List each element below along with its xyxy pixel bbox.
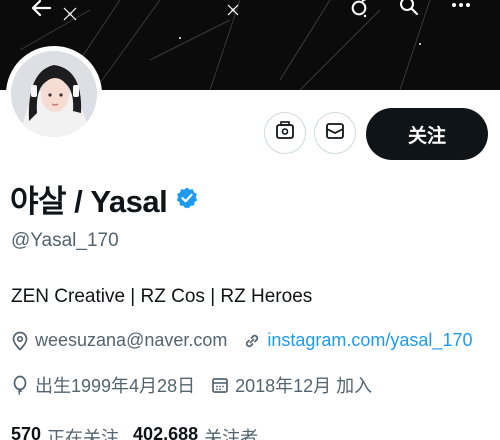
- handle: @Yasal_170: [11, 230, 119, 251]
- birthday-item: 出生1999年4月28日: [11, 372, 195, 398]
- bio: ZEN Creative | RZ Cos | RZ Heroes: [11, 286, 313, 307]
- avatar-image: [11, 51, 97, 137]
- followers-label: 关注者: [204, 428, 259, 440]
- name-row: 야살 / Yasal: [10, 176, 199, 221]
- website-link[interactable]: instagram.com/yasal_170: [267, 330, 472, 351]
- followers-count: 402,688: [133, 424, 199, 440]
- location-item: weesuzana@naver.com: [11, 330, 227, 351]
- follow-stats: 570 正在关注 402,688 关注者: [11, 424, 272, 440]
- refresh-icon[interactable]: [344, 0, 374, 20]
- subscribe-icon: [274, 120, 296, 147]
- website-item[interactable]: instagram.com/yasal_170: [243, 330, 472, 351]
- avatar[interactable]: [6, 46, 102, 142]
- message-button[interactable]: [314, 112, 356, 154]
- profile-dates-row: 出生1999年4月28日 2018年12月 加入: [11, 372, 388, 398]
- display-name: 야살 / Yasal: [10, 184, 168, 219]
- location-icon: [12, 331, 28, 351]
- calendar-icon: [212, 378, 228, 393]
- following-count: 570: [11, 424, 42, 440]
- search-icon[interactable]: [394, 0, 424, 20]
- following-label: 正在关注: [47, 428, 120, 440]
- followers-stat[interactable]: 402,688 关注者: [133, 424, 258, 440]
- joined-text: 2018年12月 加入: [235, 376, 373, 396]
- subscribe-button[interactable]: [264, 112, 306, 154]
- message-icon: [324, 120, 346, 147]
- birthday-text: 出生1999年4月28日: [35, 376, 196, 396]
- link-icon: [246, 334, 259, 347]
- email-text: weesuzana@naver.com: [35, 330, 228, 350]
- balloon-icon: [13, 375, 27, 395]
- more-icon[interactable]: [446, 0, 476, 20]
- follow-button[interactable]: 关注: [366, 108, 488, 160]
- back-arrow-icon[interactable]: [26, 0, 56, 20]
- profile-meta-row: weesuzana@naver.com instagram.com/yasal_…: [11, 330, 488, 351]
- joined-item: 2018年12月 加入: [211, 372, 372, 398]
- verified-badge-icon[interactable]: [175, 186, 199, 215]
- following-stat[interactable]: 570 正在关注: [11, 424, 119, 440]
